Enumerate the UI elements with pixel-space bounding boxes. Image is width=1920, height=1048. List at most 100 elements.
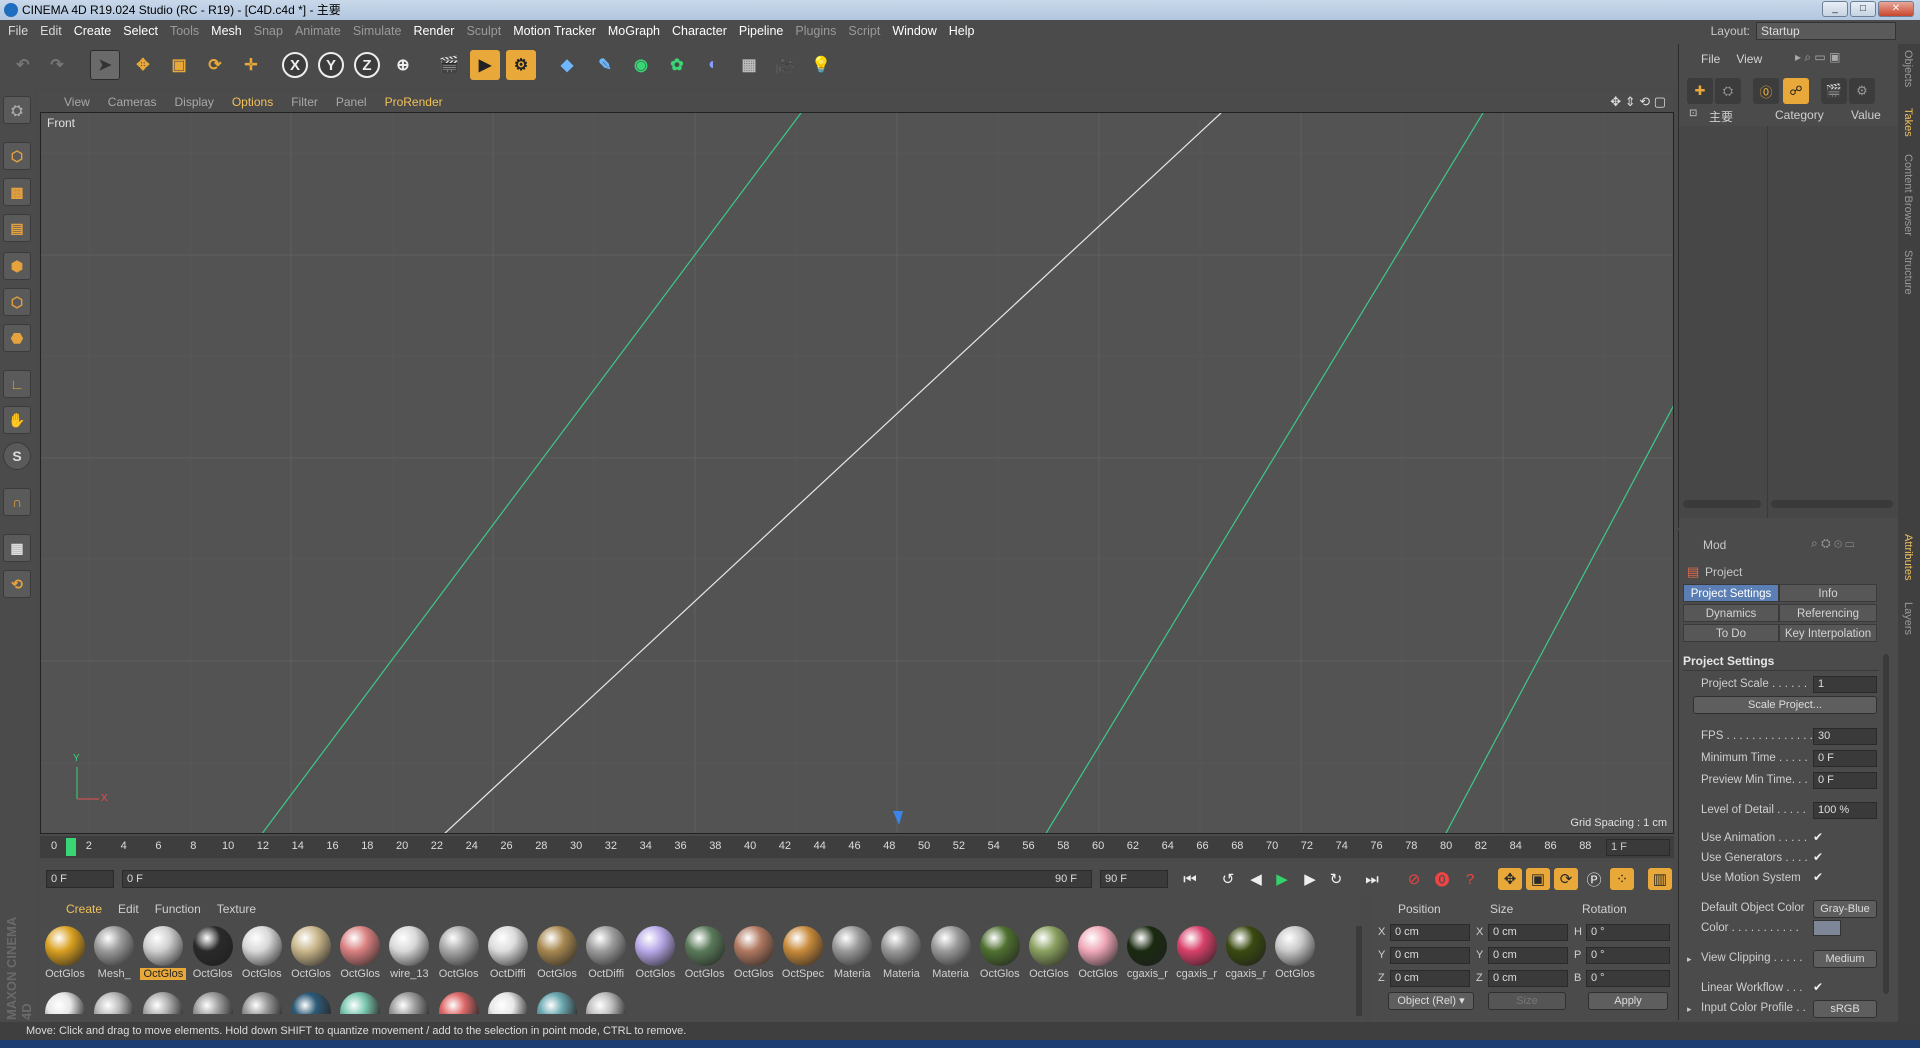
takes-render-icon[interactable]: 🎬 [1821, 78, 1847, 104]
spline-green-3[interactable] [1445, 403, 1674, 834]
menu-pipeline[interactable]: Pipeline [739, 24, 783, 38]
current-frame-marker[interactable] [66, 838, 76, 856]
layout-dropdown[interactable]: Startup [1756, 22, 1896, 40]
minimum-time-field[interactable]: 0 F [1813, 750, 1877, 767]
input-profile-expand-icon[interactable]: ▸ [1687, 1004, 1692, 1015]
preview-min-time-field[interactable]: 0 F [1813, 772, 1877, 789]
points-mode-icon[interactable]: ⬢ [3, 252, 31, 280]
material-swatch[interactable]: OctGlos [42, 924, 88, 984]
menu-select[interactable]: Select [123, 24, 158, 38]
menu-mesh[interactable]: Mesh [211, 24, 242, 38]
tab-to-do[interactable]: To Do [1683, 624, 1779, 642]
tab-layers[interactable]: Layers [1902, 602, 1914, 635]
material-swatch[interactable] [487, 992, 528, 1014]
size-field[interactable]: 0 cm [1488, 947, 1568, 964]
fps-field[interactable]: 30 [1813, 728, 1877, 745]
material-swatch[interactable]: OctSpec [780, 924, 826, 984]
object-toolbar-icons[interactable]: ▸ ⌕ ▭ ▣ [1795, 50, 1840, 65]
x-axis-lock-icon[interactable]: X [280, 50, 310, 80]
menu-tools[interactable]: Tools [170, 24, 199, 38]
viewport-menu-display[interactable]: Display [174, 95, 213, 109]
timeline-ruler[interactable]: 0 2 4 6 8 10 12 14 16 18 20 22 24 26 28 30 32 34 36 38 40 42 4… [40, 836, 1674, 858]
view-clipping-expand-icon[interactable]: ▸ [1687, 954, 1692, 965]
z-axis-lock-icon[interactable]: Z [352, 50, 382, 80]
material-swatch[interactable]: OctGlos [1026, 924, 1072, 984]
material-swatch[interactable] [586, 992, 627, 1014]
material-swatch[interactable]: OctGlos [534, 924, 580, 984]
light-icon[interactable]: 💡 [806, 50, 836, 80]
autokey-icon[interactable]: ⓿ [1430, 868, 1454, 890]
takes-add-icon[interactable]: ✚ [1687, 78, 1713, 104]
tab-project-settings[interactable]: Project Settings [1683, 584, 1779, 602]
material-swatch[interactable]: cgaxis_r [1174, 924, 1220, 984]
material-swatch[interactable] [241, 992, 282, 1014]
go-to-start-icon[interactable]: ⏮ [1178, 868, 1202, 890]
material-swatch[interactable]: OctGlos [436, 924, 482, 984]
key-position-icon[interactable]: ✥ [1498, 868, 1522, 890]
redo-icon[interactable]: ↷ [42, 50, 72, 80]
material-swatch[interactable]: Mesh_ [91, 924, 137, 984]
view-clipping-dropdown[interactable]: Medium [1813, 950, 1877, 968]
material-swatch[interactable]: OctGlos [977, 924, 1023, 984]
material-swatch[interactable]: Materia [829, 924, 875, 984]
camera-icon[interactable]: 🎥 [770, 50, 800, 80]
takes-auto-icon[interactable]: ⓪ [1753, 78, 1779, 104]
material-swatch[interactable]: OctDiffi [485, 924, 531, 984]
menu-simulate[interactable]: Simulate [353, 24, 402, 38]
spline-green-1[interactable] [261, 113, 802, 834]
takes-settings-icon[interactable]: ⚙ [1849, 78, 1875, 104]
close-button[interactable]: ✕ [1878, 1, 1914, 17]
undo-icon[interactable]: ↶ [8, 50, 38, 80]
axis-mode-icon[interactable]: ∟ [3, 370, 31, 398]
tab-content-browser[interactable]: Content Browser [1902, 154, 1914, 236]
rotate-tool-icon[interactable]: ⟳ [200, 50, 230, 80]
material-swatch[interactable]: OctGlos [1075, 924, 1121, 984]
front-viewport[interactable]: Front Y X Grid Spacing : 1 cm [40, 112, 1674, 834]
viewport-menu-filter[interactable]: Filter [291, 95, 318, 109]
coordinate-mode-dropdown[interactable]: Object (Rel) ▾ [1388, 992, 1474, 1010]
start-frame-field[interactable]: 0 F [46, 870, 114, 888]
render-settings-icon[interactable]: ⚙ [506, 50, 536, 80]
tab-attributes[interactable]: Attributes [1902, 534, 1914, 580]
use-animation-checkbox[interactable]: ✔ [1813, 830, 1823, 844]
use-generators-checkbox[interactable]: ✔ [1813, 850, 1823, 864]
current-frame-field[interactable]: 1 F [1606, 839, 1670, 856]
subdivision-icon[interactable]: ◉ [626, 50, 656, 80]
record-keys-icon[interactable]: ⊘ [1402, 868, 1426, 890]
previous-key-icon[interactable]: ↺ [1216, 868, 1240, 890]
planar-workplane-icon[interactable]: ⟲ [3, 570, 31, 598]
workplane-mode-icon[interactable]: ▤ [3, 214, 31, 242]
material-swatch[interactable]: OctGlos [682, 924, 728, 984]
linear-workflow-checkbox[interactable]: ✔ [1813, 980, 1823, 994]
category-column-header[interactable]: Category [1775, 108, 1824, 122]
preview-range-slider[interactable]: 0 F 90 F [122, 870, 1092, 888]
render-view-icon[interactable]: 🎬 [434, 50, 464, 80]
takes-override-icon[interactable]: ⛭ [1715, 78, 1741, 104]
menu-script[interactable]: Script [848, 24, 880, 38]
go-to-end-icon[interactable]: ⏭ [1360, 868, 1384, 890]
key-parameter-icon[interactable]: Ⓟ [1582, 868, 1606, 890]
menu-motion-tracker[interactable]: Motion Tracker [513, 24, 596, 38]
material-menu-function[interactable]: Function [155, 902, 201, 916]
texture-mode-icon[interactable]: ▩ [3, 178, 31, 206]
solo-icon[interactable]: S [3, 442, 31, 470]
rotation-field[interactable]: 0 ° [1586, 924, 1670, 941]
viewport-menu-panel[interactable]: Panel [336, 95, 367, 109]
spline-green-2[interactable] [1045, 113, 1484, 834]
menu-sculpt[interactable]: Sculpt [466, 24, 501, 38]
level-of-detail-field[interactable]: 100 % [1813, 802, 1877, 819]
material-swatch[interactable] [438, 992, 479, 1014]
menu-plugins[interactable]: Plugins [795, 24, 836, 38]
tab-referencing[interactable]: Referencing [1779, 604, 1877, 622]
color-swatch[interactable] [1813, 920, 1841, 936]
menu-snap[interactable]: Snap [254, 24, 283, 38]
takes-hscrollbar-right[interactable] [1771, 500, 1893, 508]
material-swatch[interactable]: OctGlos [632, 924, 678, 984]
end-frame-field[interactable]: 90 F [1100, 870, 1168, 888]
pen-spline-icon[interactable]: ✎ [590, 50, 620, 80]
minimize-button[interactable]: _ [1822, 1, 1848, 17]
material-swatch[interactable]: cgaxis_r [1223, 924, 1269, 984]
recent-tool-icon[interactable]: ✛ [236, 50, 266, 80]
previous-frame-icon[interactable]: ◀ [1244, 868, 1268, 890]
keyframe-selection-icon[interactable]: ? [1458, 868, 1482, 890]
